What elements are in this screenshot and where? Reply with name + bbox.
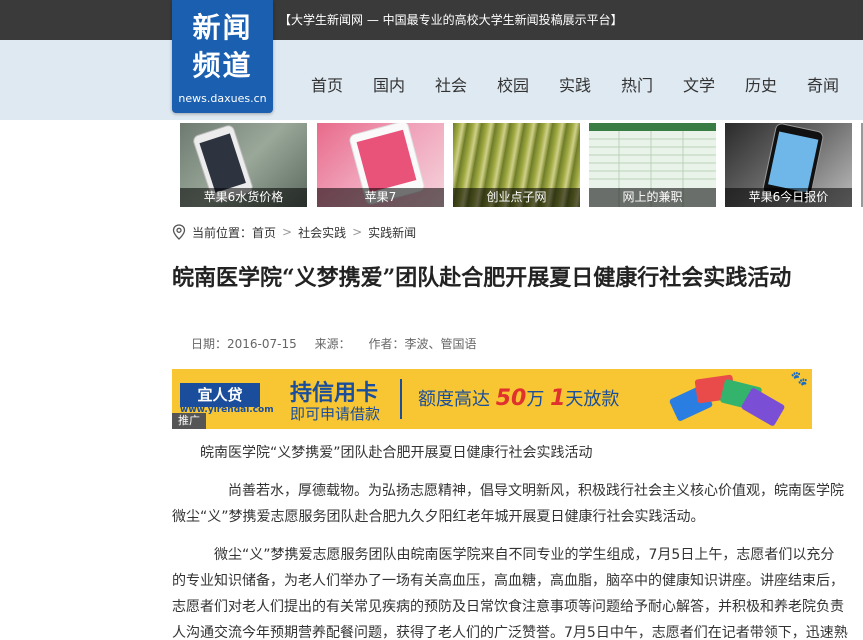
ad-offer-unit: 万: [526, 389, 545, 410]
ad-divider: [400, 379, 402, 419]
breadcrumb: 当前位置： 首页 > 社会实践 > 实践新闻: [172, 223, 416, 241]
breadcrumb-practice-news[interactable]: 实践新闻: [368, 224, 416, 241]
thumbnail-phone-gray[interactable]: 苹果6水货价格: [180, 123, 307, 207]
thumbnail-caption: 创业点子网: [453, 188, 580, 207]
site-slogan: 【大学生新闻网 — 中国最专业的高校大学生新闻投稿展示平台】: [279, 13, 623, 27]
breadcrumb-social-practice[interactable]: 社会实践: [298, 224, 346, 241]
paw-icon: 🐾: [790, 371, 808, 387]
thumbnail-caption: 苹果6今日报价: [725, 188, 852, 207]
article-paragraph: 微尘“义”梦携爱志愿服务团队由皖南医学院来自不同专业的学生组成，7月5日上午，志…: [172, 547, 848, 640]
nav-item-literature[interactable]: 文学: [668, 72, 730, 96]
location-pin-icon: [172, 224, 186, 240]
thumbnail-caption: 苹果7: [317, 188, 444, 207]
site-logo[interactable]: 新闻 频道 news.daxues.cn: [172, 0, 273, 113]
breadcrumb-home[interactable]: 首页: [252, 224, 276, 241]
logo-text-line2: 频道: [192, 49, 253, 82]
logo-url: news.daxues.cn: [178, 92, 267, 105]
nav-item-campus[interactable]: 校园: [482, 72, 544, 96]
date-value: 2016-07-15: [227, 337, 297, 351]
ad-tag: 推广: [172, 413, 206, 429]
article-date: 日期：2016-07-15: [191, 337, 297, 351]
ad-offer-days: 1: [550, 386, 566, 411]
thumbnail-strip: 苹果6水货价格 苹果7 创业点子网 网上的兼职 苹果6今日报价: [180, 123, 863, 207]
logo-text-line1: 新闻: [192, 11, 253, 44]
credit-cards-graphic: [652, 369, 786, 429]
article-title: 皖南医学院“义梦携爱”团队赴合肥开展夏日健康行社会实践活动: [172, 265, 792, 291]
nav-item-hot[interactable]: 热门: [606, 72, 668, 96]
article-body: 皖南医学院“义梦携爱”团队赴合肥开展夏日健康行社会实践活动 尚善若水，厚德载物。…: [172, 440, 848, 640]
ad-offer-amount: 50: [495, 386, 527, 411]
top-bar: 【大学生新闻网 — 中国最专业的高校大学生新闻投稿展示平台】: [0, 0, 863, 40]
source-label: 来源：: [314, 337, 351, 351]
chevron-right-icon: >: [282, 225, 293, 239]
nav-item-practice[interactable]: 实践: [544, 72, 606, 96]
date-label: 日期：: [191, 337, 228, 351]
ad-offer-post: 天放款: [565, 389, 620, 410]
thumbnail-grass[interactable]: 创业点子网: [453, 123, 580, 207]
chevron-right-icon: >: [352, 225, 363, 239]
article-paragraph: 尚善若水，厚德载物。为弘扬志愿精神，倡导文明新风，积极践行社会主义核心价值观，皖…: [172, 483, 844, 525]
thumbnail-phone-pink[interactable]: 苹果7: [317, 123, 444, 207]
nav-item-domestic[interactable]: 国内: [358, 72, 420, 96]
ad-brand: 宜人贷: [180, 383, 260, 407]
breadcrumb-label: 当前位置：: [192, 225, 253, 240]
ad-subline: 即可申请借款: [290, 405, 381, 423]
article-author: 作者：李波、管国语: [368, 337, 476, 351]
article-meta: 日期：2016-07-15 来源： 作者：李波、管国语: [191, 335, 490, 352]
nav-item-home[interactable]: 首页: [296, 72, 358, 96]
nav-item-history[interactable]: 历史: [730, 72, 792, 96]
author-label: 作者：: [368, 337, 405, 351]
ad-offer: 额度高达 50万 1天放款: [418, 385, 619, 411]
author-value: 李波、管国语: [404, 337, 477, 351]
thumbnail-caption: 苹果6水货价格: [180, 188, 307, 207]
thumbnail-phone-black[interactable]: 苹果6今日报价: [725, 123, 852, 207]
ad-banner[interactable]: 宜人贷 www.yirendai.com 推广 持信用卡 即可申请借款 额度高达…: [172, 369, 812, 429]
nav-item-curiosities[interactable]: 奇闻: [792, 72, 854, 96]
thumbnail-spreadsheet[interactable]: 网上的兼职: [589, 123, 716, 207]
nav-item-society[interactable]: 社会: [420, 72, 482, 96]
main-nav: 首页 国内 社会 校园 实践 热门 文学 历史 奇闻: [296, 72, 854, 96]
thumbnail-caption: 网上的兼职: [589, 188, 716, 207]
ad-offer-pre: 额度高达: [418, 389, 490, 410]
article-paragraph: 皖南医学院“义梦携爱”团队赴合肥开展夏日健康行社会实践活动: [200, 445, 593, 461]
